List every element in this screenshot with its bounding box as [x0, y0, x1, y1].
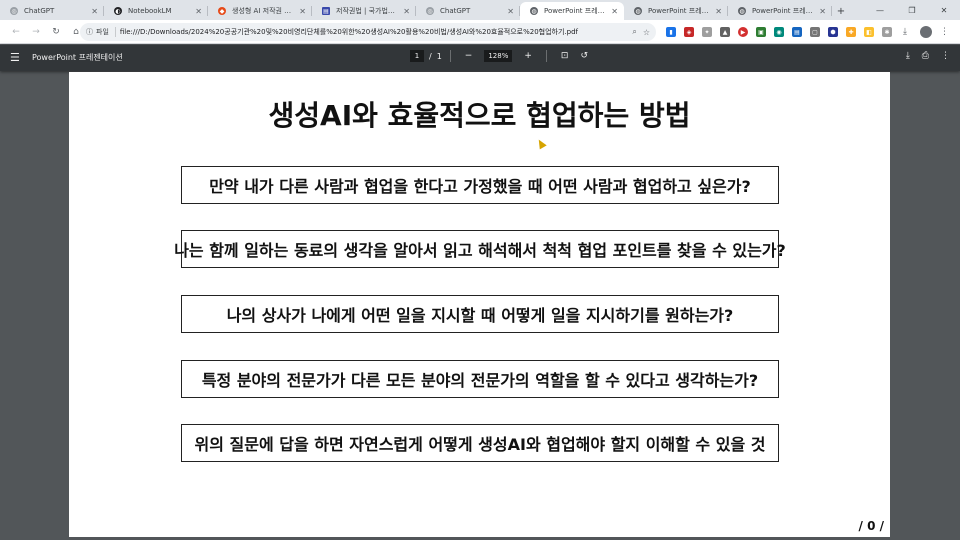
question-box-4: 특정 분야의 전문가가 다른 모든 분야의 전문가의 역할을 할 수 있다고 생… [181, 360, 779, 398]
chatgpt-icon: ◎ [426, 7, 434, 15]
globe-icon: ◍ [738, 7, 746, 15]
law-icon: ▤ [322, 7, 330, 15]
zoom-input[interactable]: 128% [484, 50, 513, 62]
question-box-3: 나의 상사가 나에게 어떤 일을 지시할 때 어떻게 일을 지시하기를 원하는가… [181, 295, 779, 333]
question-box-5: 위의 질문에 답을 하면 자연스럽게 어떻게 생성AI와 협업해야 할지 이해할… [181, 424, 779, 462]
close-icon[interactable]: ✕ [507, 7, 514, 16]
notebooklm-icon: ◐ [114, 7, 122, 15]
zoom-search-icon[interactable]: ⌕ [632, 27, 636, 37]
star-icon[interactable]: ☆ [643, 28, 650, 37]
download-icon[interactable]: ⤓ [906, 51, 910, 61]
divider [545, 50, 547, 62]
tab-6[interactable]: ◍ PowerPoint 프레젠테이션 ✕ [624, 2, 728, 20]
close-icon[interactable]: ✕ [611, 7, 618, 16]
close-window-icon[interactable]: ✕ [928, 0, 960, 20]
kebab-menu-icon[interactable]: ⋮ [940, 27, 949, 37]
zoom-in-icon[interactable]: + [524, 51, 532, 61]
pdf-page: 생성AI와 효율적으로 협업하는 방법 만약 내가 다른 사람과 협업을 한다고… [69, 72, 890, 537]
tab-title: PowerPoint 프레젠테이션 [544, 7, 607, 15]
site-info-chip[interactable]: ⓘ 파일 [86, 27, 116, 37]
tab-1[interactable]: ◐ NotebookLM ✕ [104, 2, 208, 20]
extension-icon[interactable]: ▤ [792, 27, 802, 37]
reload-button[interactable]: ↻ [46, 22, 66, 42]
pdf-center-controls: 1 / 1 − 128% + ⊡ ↺ [410, 50, 594, 62]
extensions: ▮ ◈ ✦ ▲ ▶ ▣ ◉ ▤ ▢ ⬢ ✚ ◧ ✱ ⤓ ⋮ [662, 24, 949, 40]
tab-title: ChatGPT [24, 7, 55, 15]
extension-icon[interactable]: ▲ [720, 27, 730, 37]
download-icon[interactable]: ⤓ [900, 27, 910, 37]
tab-3[interactable]: ▤ 저작권법 | 국가법령정보... ✕ [312, 2, 416, 20]
extension-icon[interactable]: ◉ [774, 27, 784, 37]
menu-icon[interactable]: ☰ [10, 51, 20, 64]
print-icon[interactable]: ⎙ [922, 51, 929, 61]
tab-title: PowerPoint 프레젠테이션 [752, 7, 815, 15]
tab-title: 생성형 AI 저작권 안내서(... [232, 7, 295, 15]
close-icon[interactable]: ✕ [715, 7, 722, 16]
question-box-1: 만약 내가 다른 사람과 협업을 한다고 가정했을 때 어떤 사람과 협업하고 … [181, 166, 779, 204]
tab-title: NotebookLM [128, 7, 172, 15]
close-icon[interactable]: ✕ [819, 7, 826, 16]
extension-icon[interactable]: ▶ [738, 27, 748, 37]
extension-icon[interactable]: ◧ [864, 27, 874, 37]
page-number-input[interactable]: 1 [410, 50, 424, 62]
arrow-right-icon: → [32, 26, 40, 37]
address-bar[interactable]: ⓘ 파일 file:///D:/Downloads/2024%20공공기관%20… [80, 23, 656, 41]
slide-page-number: / 0 / [858, 519, 884, 533]
extension-icon[interactable]: ▮ [666, 27, 676, 37]
tab-0[interactable]: ◎ ChatGPT ✕ [0, 2, 104, 20]
window-controls: — ❐ ✕ [864, 0, 960, 20]
zoom-out-icon[interactable]: − [465, 51, 473, 61]
tab-7[interactable]: ◍ PowerPoint 프레젠테이션 ✕ [728, 2, 832, 20]
file-chip-label: 파일 [96, 28, 109, 36]
extension-icon[interactable]: ▢ [810, 27, 820, 37]
tab-5-active[interactable]: ◍ PowerPoint 프레젠테이션 ✕ [520, 2, 624, 20]
pdf-toolbar: ☰ PowerPoint 프레젠테이션 1 / 1 − 128% + ⊡ ↺ ⤓… [0, 45, 960, 71]
back-button[interactable]: ← [6, 22, 26, 42]
forward-button[interactable]: → [26, 22, 46, 42]
extension-icon[interactable]: ✦ [702, 27, 712, 37]
globe-icon: ◍ [530, 7, 538, 15]
page-separator: / [429, 51, 432, 61]
close-icon[interactable]: ✕ [403, 7, 410, 16]
globe-icon: ◍ [634, 7, 642, 15]
fit-page-icon[interactable]: ⊡ [561, 51, 569, 61]
extension-icon[interactable]: ⬢ [828, 27, 838, 37]
divider [449, 50, 451, 62]
rotate-icon[interactable]: ↺ [580, 51, 588, 61]
home-icon: ⌂ [73, 26, 79, 37]
slide-title: 생성AI와 효율적으로 협업하는 방법 [268, 99, 691, 132]
chatgpt-icon: ◎ [10, 7, 18, 15]
close-icon[interactable]: ✕ [299, 7, 306, 16]
tab-title: ChatGPT [440, 7, 471, 15]
question-box-2: 나는 함께 일하는 동료의 생각을 알아서 읽고 해석해서 척척 협업 포인트를… [174, 230, 786, 268]
extensions-puzzle-icon[interactable]: ✱ [882, 27, 892, 37]
extension-icon[interactable]: ▣ [756, 27, 766, 37]
extension-icon[interactable]: ✚ [846, 27, 856, 37]
more-options-icon[interactable]: ⋮ [941, 51, 950, 61]
pdf-right-controls: ⤓ ⎙ ⋮ [894, 51, 950, 61]
new-tab-button[interactable]: + [832, 2, 850, 20]
pdf-icon: ◆ [218, 7, 226, 15]
total-pages: 1 [436, 51, 442, 61]
reload-icon: ↻ [52, 26, 60, 37]
tab-strip: ◎ ChatGPT ✕ ◐ NotebookLM ✕ ◆ 생성형 AI 저작권 … [0, 0, 960, 20]
restore-icon[interactable]: ❐ [896, 0, 928, 20]
close-icon[interactable]: ✕ [195, 7, 202, 16]
pdf-title: PowerPoint 프레젠테이션 [32, 53, 123, 62]
avatar[interactable] [920, 26, 932, 38]
shield-icon[interactable]: ◈ [684, 27, 694, 37]
tab-title: PowerPoint 프레젠테이션 [648, 7, 711, 15]
toolbar: ← → ↻ ⌂ ⓘ 파일 file:///D:/Downloads/2024%2… [0, 20, 960, 44]
tab-2[interactable]: ◆ 생성형 AI 저작권 안내서(... ✕ [208, 2, 312, 20]
close-icon[interactable]: ✕ [91, 7, 98, 16]
url-text[interactable]: file:///D:/Downloads/2024%20공공기관%20및%20비… [120, 27, 626, 37]
tab-4[interactable]: ◎ ChatGPT ✕ [416, 2, 520, 20]
tab-title: 저작권법 | 국가법령정보... [336, 7, 399, 15]
plus-icon: + [836, 5, 846, 17]
minimize-icon[interactable]: — [864, 0, 896, 20]
arrow-left-icon: ← [12, 26, 20, 37]
info-icon: ⓘ [86, 28, 93, 36]
